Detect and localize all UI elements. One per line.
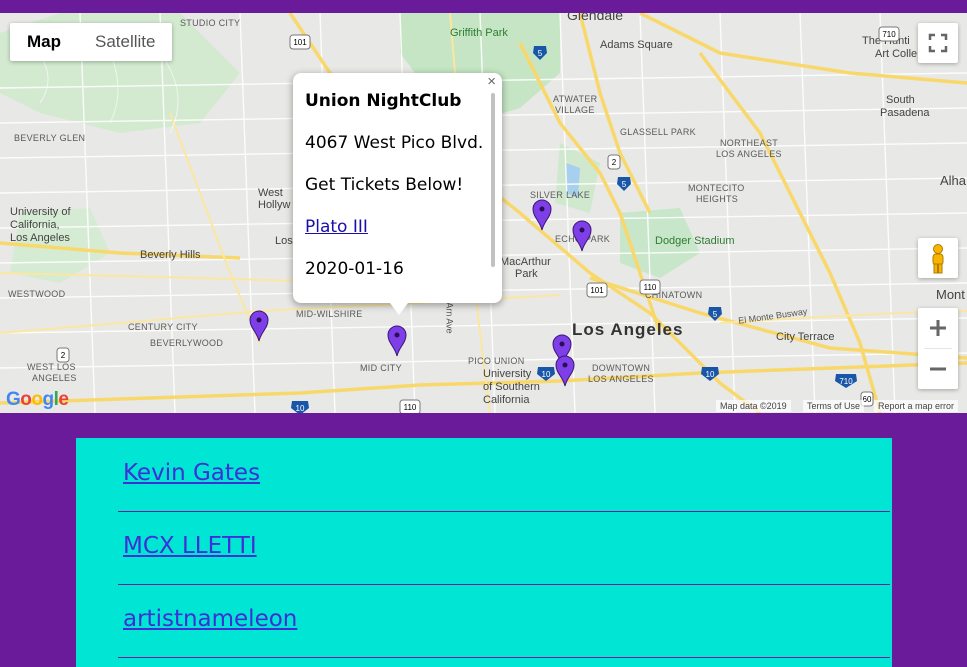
minus-icon xyxy=(930,367,946,371)
marker-1[interactable] xyxy=(532,199,552,231)
street-view-button[interactable] xyxy=(918,238,958,278)
google-logo: Google xyxy=(6,389,69,410)
map-type-satellite-button[interactable]: Satellite xyxy=(78,23,172,61)
zoom-control xyxy=(918,308,958,389)
info-window-scrollbar[interactable] xyxy=(491,93,495,267)
artist-link-artistnameleon[interactable]: artistnameleon xyxy=(123,606,297,632)
zoom-out-button[interactable] xyxy=(918,349,958,389)
marker-3-dot xyxy=(256,317,262,323)
map-type-map-button[interactable]: Map xyxy=(10,23,78,61)
map-data-attribution: Map data ©2019 xyxy=(716,400,791,412)
tickets-text: Get Tickets Below! xyxy=(305,175,464,195)
map[interactable]: STUDIO CITY Griffith Park Glendale Adams… xyxy=(0,13,967,413)
fullscreen-button[interactable] xyxy=(918,23,958,63)
artist-link-mcx-lletti[interactable]: MCX LLETTI xyxy=(123,533,257,559)
event-link[interactable]: Plato III xyxy=(305,217,368,237)
list-item: artistnameleon xyxy=(118,584,890,658)
venue-address: 4067 West Pico Blvd. xyxy=(305,133,484,153)
map-type-control: Map Satellite xyxy=(10,23,173,61)
venue-name: Union NightClub xyxy=(305,91,462,111)
marker-3[interactable] xyxy=(249,310,269,342)
marker-5-dot xyxy=(559,341,565,347)
close-icon[interactable]: × xyxy=(487,73,496,90)
artist-list: Kevin Gates MCX LLETTI artistnameleon xyxy=(76,438,892,667)
marker-6-dot xyxy=(562,362,568,368)
terms-of-use-link[interactable]: Terms of Use xyxy=(803,400,865,412)
info-window: × Union NightClub 4067 West Pico Blvd. G… xyxy=(293,73,502,315)
marker-4-dot xyxy=(394,332,400,338)
marker-1-dot xyxy=(539,206,545,212)
marker-2-dot xyxy=(579,227,585,233)
report-map-error-link[interactable]: Report a map error xyxy=(874,400,959,412)
event-date: 2020-01-16 xyxy=(305,259,404,279)
list-item: MCX LLETTI xyxy=(118,511,890,585)
zoom-in-button[interactable] xyxy=(918,308,958,348)
plus-icon xyxy=(930,320,946,336)
pegman-icon xyxy=(932,244,944,274)
marker-4[interactable] xyxy=(387,325,407,357)
marker-6[interactable] xyxy=(555,355,575,387)
marker-2[interactable] xyxy=(572,220,592,252)
artist-link-kevin-gates[interactable]: Kevin Gates xyxy=(123,460,260,486)
list-item: Kevin Gates xyxy=(118,438,890,512)
fullscreen-icon xyxy=(928,33,948,53)
